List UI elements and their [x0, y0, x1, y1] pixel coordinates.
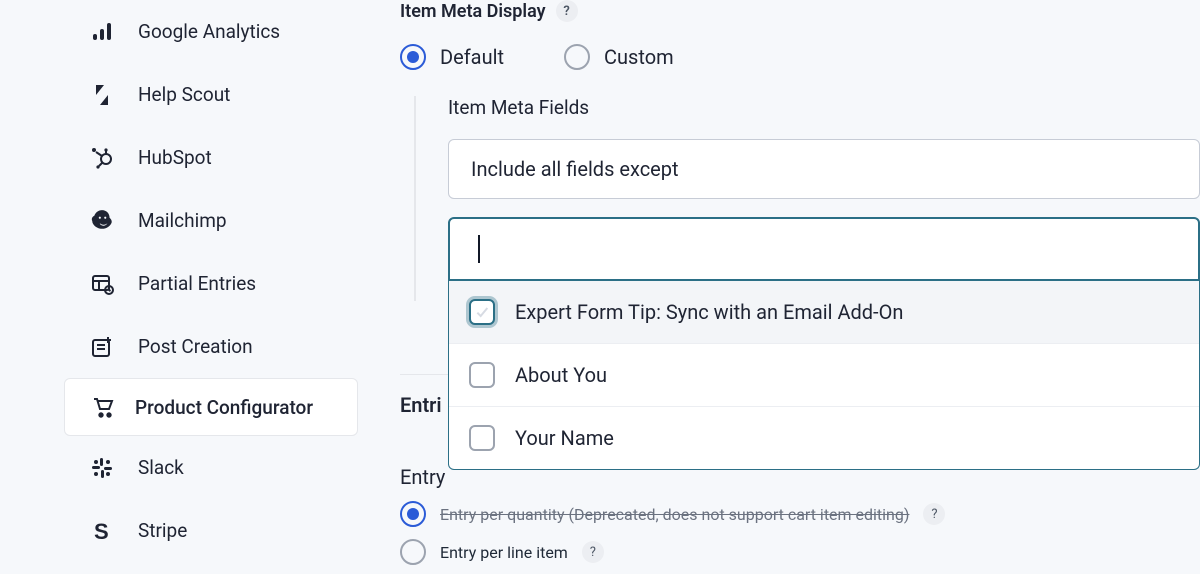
sidebar-item-stripe[interactable]: S Stripe: [0, 499, 376, 562]
radio-custom-label: Custom: [604, 45, 674, 69]
item-meta-display-text: Item Meta Display: [400, 1, 546, 22]
dropdown-option-label: About You: [515, 363, 607, 387]
radio-circle-icon: [400, 44, 426, 70]
sidebar-item-label: Help Scout: [138, 83, 230, 106]
helpscout-icon: [88, 83, 116, 107]
sidebar-item-label: Slack: [138, 456, 184, 479]
sidebar-item-label: Partial Entries: [138, 272, 256, 295]
text-cursor-icon: [478, 235, 480, 263]
radio-label: Entry per quantity (Deprecated, does not…: [440, 505, 909, 524]
partial-entries-icon: [88, 272, 116, 296]
radio-circle-icon: [400, 501, 426, 527]
mailchimp-icon: [88, 208, 116, 234]
cart-icon: [89, 395, 117, 419]
select-value: Include all fields except: [471, 157, 679, 181]
slack-icon: [88, 456, 116, 480]
item-meta-display-options: Default Custom: [400, 44, 1200, 70]
main-panel: Item Meta Display ? Default Custom Item …: [400, 0, 1200, 574]
dropdown-option-label: Expert Form Tip: Sync with an Email Add-…: [515, 300, 903, 324]
sidebar-item-label: Google Analytics: [138, 20, 280, 43]
post-creation-icon: [88, 335, 116, 359]
help-icon[interactable]: ?: [923, 503, 945, 525]
help-icon[interactable]: ?: [556, 0, 578, 22]
checkbox-icon: [469, 362, 495, 388]
sidebar-item-hubspot[interactable]: HubSpot: [0, 126, 376, 189]
checkbox-icon: [469, 299, 495, 325]
sidebar-item-mailchimp[interactable]: Mailchimp: [0, 189, 376, 252]
sidebar-item-label: Product Configurator: [135, 396, 313, 419]
sidebar-item-post-creation[interactable]: Post Creation: [0, 315, 376, 378]
sidebar-item-partial-entries[interactable]: Partial Entries: [0, 252, 376, 315]
help-icon[interactable]: ?: [582, 541, 604, 563]
checkbox-icon: [469, 425, 495, 451]
sidebar-item-slack[interactable]: Slack: [0, 436, 376, 499]
dropdown-option[interactable]: Expert Form Tip: Sync with an Email Add-…: [449, 281, 1199, 344]
sidebar-item-label: Stripe: [138, 519, 187, 542]
meta-fields-combobox: Expert Form Tip: Sync with an Email Add-…: [448, 217, 1200, 281]
meta-fields-dropdown: Expert Form Tip: Sync with an Email Add-…: [448, 281, 1200, 470]
meta-fields-search-input[interactable]: [448, 217, 1200, 281]
radio-label: Entry per line item: [440, 543, 568, 562]
item-meta-fields-group: Item Meta Fields Include all fields exce…: [414, 96, 1200, 301]
analytics-icon: [88, 20, 116, 44]
hubspot-icon: [88, 146, 116, 170]
item-meta-fields-label: Item Meta Fields: [448, 96, 1200, 119]
sidebar-item-label: Post Creation: [138, 335, 253, 358]
dropdown-option[interactable]: Your Name: [449, 407, 1199, 469]
dropdown-option[interactable]: About You: [449, 344, 1199, 407]
radio-circle-icon: [564, 44, 590, 70]
sidebar-item-label: Mailchimp: [138, 209, 227, 232]
stripe-icon: S: [88, 519, 116, 543]
radio-custom[interactable]: Custom: [564, 44, 674, 70]
sidebar-item-google-analytics[interactable]: Google Analytics: [0, 0, 376, 63]
dropdown-option-label: Your Name: [515, 426, 614, 450]
sidebar: Google Analytics Help Scout HubSpot Mail…: [0, 0, 376, 574]
radio-default[interactable]: Default: [400, 44, 504, 70]
radio-circle-icon: [400, 539, 426, 565]
radio-entry-per-line[interactable]: Entry per line item ?: [400, 539, 1200, 565]
radio-entry-per-quantity[interactable]: Entry per quantity (Deprecated, does not…: [400, 501, 1200, 527]
meta-fields-mode-select[interactable]: Include all fields except: [448, 139, 1200, 199]
item-meta-display-label: Item Meta Display ?: [400, 0, 1200, 22]
sidebar-item-help-scout[interactable]: Help Scout: [0, 63, 376, 126]
radio-default-label: Default: [440, 45, 504, 69]
sidebar-item-label: HubSpot: [138, 146, 212, 169]
sidebar-item-product-configurator[interactable]: Product Configurator: [64, 378, 358, 436]
svg-text:S: S: [94, 519, 109, 543]
